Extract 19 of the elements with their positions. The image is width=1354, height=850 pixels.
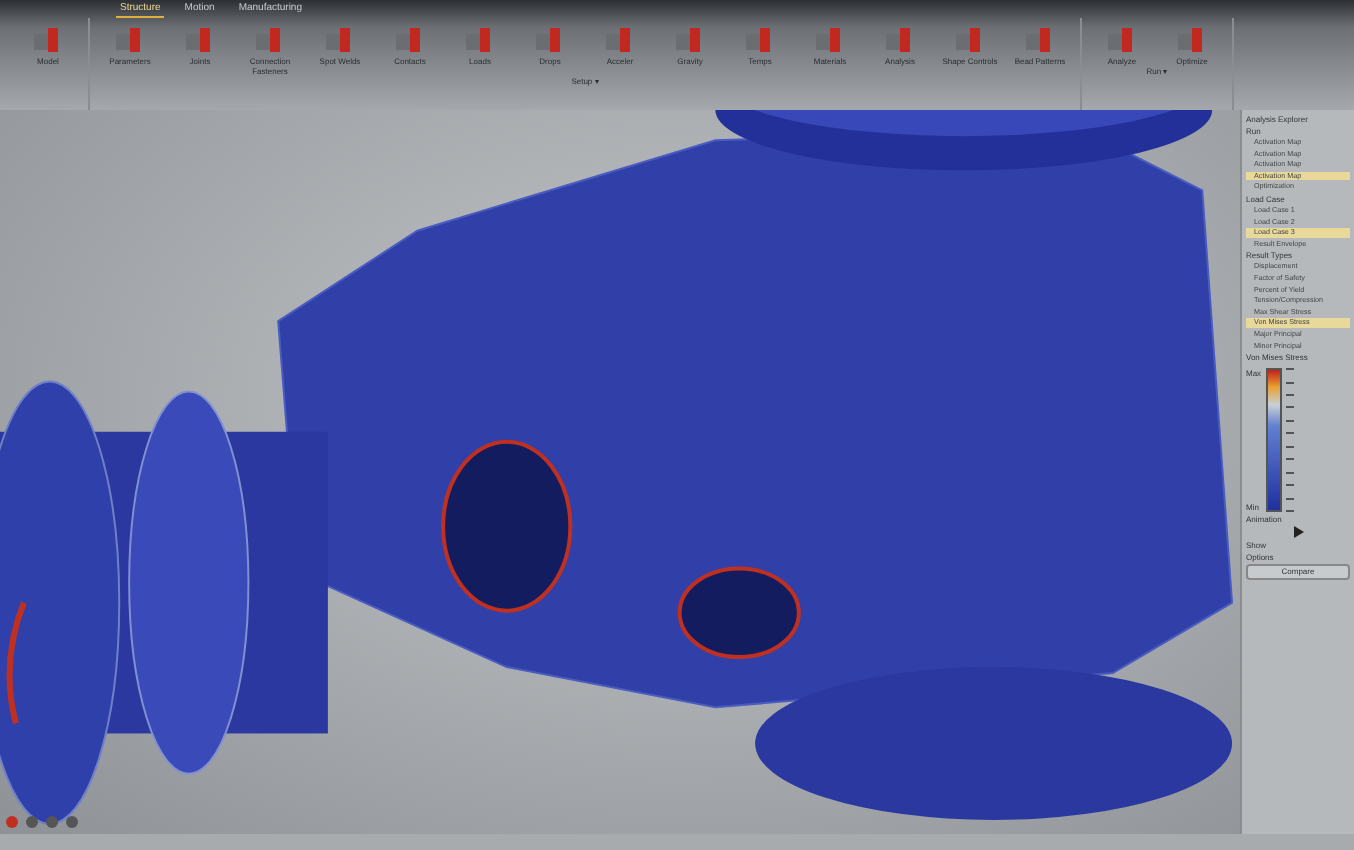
tool-icon (534, 26, 566, 54)
tool-icon (954, 26, 986, 54)
tool-icon (1106, 26, 1138, 54)
tool-icon (114, 26, 146, 54)
tool-icon (1024, 26, 1056, 54)
tool-icon (324, 26, 356, 54)
tool-icon (604, 26, 636, 54)
tool-icon (394, 26, 426, 54)
tool-icon (744, 26, 776, 54)
tool-icon (884, 26, 916, 54)
tool-icon (184, 26, 216, 54)
tool-icon (464, 26, 496, 54)
view-tools-icon[interactable] (4, 814, 84, 830)
tool-icon (254, 26, 286, 54)
tool-icon (814, 26, 846, 54)
tool-icon (32, 26, 64, 54)
tool-icon (1176, 26, 1208, 54)
play-icon[interactable] (1292, 526, 1304, 539)
tool-icon (674, 26, 706, 54)
